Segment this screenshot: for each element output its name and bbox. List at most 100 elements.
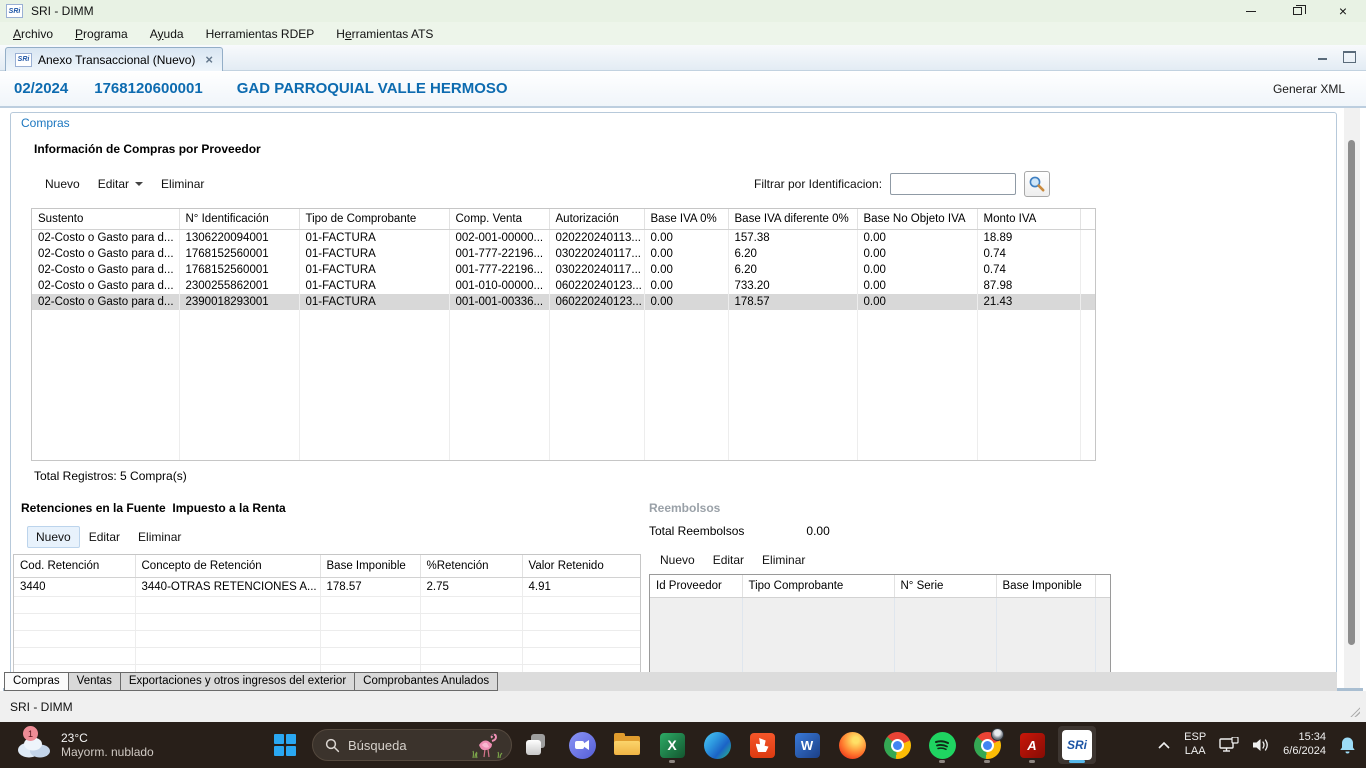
retenciones-nuevo-button[interactable]: Nuevo (27, 526, 80, 548)
word-button[interactable]: W (788, 726, 826, 764)
clock[interactable]: 15:34 6/6/2024 (1283, 731, 1326, 759)
table-row[interactable]: 02-Costo o Gasto para d...23002558620010… (32, 278, 1095, 294)
table-cell: 4.91 (522, 578, 640, 597)
compras-eliminar-button[interactable]: Eliminar (152, 173, 213, 195)
bottom-tab-comprobantes-anulados[interactable]: Comprobantes Anulados (355, 672, 498, 691)
retenciones-eliminar-label: Eliminar (138, 530, 181, 544)
column-header[interactable]: Base No Objeto IVA (857, 209, 977, 230)
reembolsos-editar-button[interactable]: Editar (704, 549, 753, 571)
filter-search-button[interactable] (1024, 171, 1050, 197)
column-header[interactable]: Sustento (32, 209, 179, 230)
nitro-pdf-icon (750, 733, 775, 758)
maximize-view-icon[interactable] (1342, 50, 1356, 62)
tray-chevron-up-icon[interactable] (1157, 740, 1171, 751)
table-row[interactable]: 02-Costo o Gasto para d...17681525600010… (32, 246, 1095, 262)
retenciones-editar-button[interactable]: Editar (80, 526, 129, 548)
tab-label: Anexo Transaccional (Nuevo) (38, 53, 195, 67)
search-input[interactable] (348, 738, 458, 753)
excel-button[interactable]: X (653, 726, 691, 764)
acrobat-button[interactable]: A (1013, 726, 1051, 764)
column-header[interactable]: N° Identificación (179, 209, 299, 230)
table-cell: 0.00 (644, 262, 728, 278)
filter-input[interactable] (890, 173, 1016, 195)
file-explorer-button[interactable] (608, 726, 646, 764)
close-tab-icon[interactable]: × (205, 52, 213, 67)
bottom-tab-ventas[interactable]: Ventas (69, 672, 121, 691)
menu-item-herramientas-ats[interactable]: Herramientas ATS (325, 24, 444, 44)
column-header[interactable]: Cod. Retención (14, 555, 135, 578)
firefox-button[interactable] (833, 726, 871, 764)
table-row[interactable] (14, 648, 640, 665)
retenciones-eliminar-button[interactable]: Eliminar (129, 526, 190, 548)
bottom-tab-compras[interactable]: Compras (4, 672, 69, 691)
minimize-view-icon[interactable] (1316, 50, 1330, 62)
menu-item-archivo[interactable]: Archivo (2, 24, 64, 44)
period-value: 02/2024 (14, 80, 68, 97)
table-row[interactable]: 02-Costo o Gasto para d...13062200940010… (32, 230, 1095, 247)
view-tabstrip: SRi Anexo Transaccional (Nuevo) × (0, 45, 1366, 71)
column-header[interactable]: Autorización (549, 209, 644, 230)
notification-bell-icon[interactable] (1339, 736, 1356, 754)
column-header[interactable]: Valor Retenido (522, 555, 640, 578)
menu-item-programa[interactable]: Programa (64, 24, 139, 44)
taskbar-search-box[interactable] (312, 729, 512, 761)
column-header[interactable]: Tipo Comprobante (742, 575, 894, 598)
sri-dimm-button[interactable]: SRi (1058, 726, 1096, 764)
resize-grip[interactable] (1350, 707, 1360, 717)
table-row[interactable] (650, 598, 1110, 673)
column-header[interactable]: N° Serie (894, 575, 996, 598)
table-row[interactable] (14, 631, 640, 648)
table-cell (857, 310, 977, 460)
generar-xml-button[interactable]: Generar XML (1273, 82, 1345, 96)
chat-button[interactable] (563, 726, 601, 764)
column-header[interactable]: Comp. Venta (449, 209, 549, 230)
column-header[interactable]: Base Imponible (996, 575, 1095, 598)
table-row[interactable] (32, 310, 1095, 460)
column-header[interactable]: Base Imponible (320, 555, 420, 578)
task-view-button[interactable] (518, 726, 556, 764)
spotify-button[interactable] (923, 726, 961, 764)
chrome-button[interactable] (878, 726, 916, 764)
reembolsos-nuevo-button[interactable]: Nuevo (651, 549, 704, 571)
column-header[interactable]: Tipo de Comprobante (299, 209, 449, 230)
chrome-profile-button[interactable] (968, 726, 1006, 764)
menu-item-ayuda[interactable]: Ayuda (139, 24, 195, 44)
column-header[interactable]: Base IVA 0% (644, 209, 728, 230)
menu-item-herramientas-rdep[interactable]: Herramientas RDEP (195, 24, 326, 44)
start-button[interactable] (274, 734, 296, 756)
reembolsos-eliminar-button[interactable]: Eliminar (753, 549, 814, 571)
column-header[interactable]: Base IVA diferente 0% (728, 209, 857, 230)
network-icon[interactable] (1219, 737, 1239, 753)
table-row[interactable]: 02-Costo o Gasto para d...17681525600010… (32, 262, 1095, 278)
bottom-tab-strip: ComprasVentasExportaciones y otros ingre… (4, 672, 1337, 691)
column-header[interactable]: %Retención (420, 555, 522, 578)
edge-button[interactable] (698, 726, 736, 764)
column-header[interactable]: Concepto de Retención (135, 555, 320, 578)
scrollbar-thumb[interactable] (1348, 140, 1355, 645)
table-cell (977, 310, 1080, 460)
column-header[interactable]: Monto IVA (977, 209, 1080, 230)
group-label-compras: Compras (21, 116, 70, 130)
close-window-button[interactable]: × (1320, 0, 1366, 22)
weather-widget[interactable]: 1 23°C Mayorm. nublado (14, 726, 154, 764)
volume-icon[interactable] (1252, 737, 1270, 753)
nitro-pdf-button[interactable] (743, 726, 781, 764)
table-row[interactable]: 02-Costo o Gasto para d...23900182930010… (32, 294, 1095, 310)
table-row[interactable]: 34403440-OTRAS RETENCIONES A...178.572.7… (14, 578, 640, 597)
language-indicator[interactable]: ESP LAA (1184, 731, 1206, 759)
retenciones-toolbar: Nuevo Editar Eliminar (27, 526, 190, 548)
table-cell (320, 665, 420, 673)
minimize-window-button[interactable] (1228, 0, 1274, 22)
table-row[interactable] (14, 665, 640, 673)
compras-nuevo-button[interactable]: Nuevo (36, 173, 89, 195)
column-header[interactable]: Id Proveedor (650, 575, 742, 598)
editar-dropdown-arrow-icon[interactable] (135, 182, 143, 186)
compras-editar-button[interactable]: Editar (89, 173, 152, 195)
tab-anexo-transaccional[interactable]: SRi Anexo Transaccional (Nuevo) × (5, 47, 223, 71)
table-cell: 0.00 (644, 246, 728, 262)
table-row[interactable] (14, 597, 640, 614)
main-vertical-scrollbar[interactable] (1344, 108, 1360, 688)
restore-window-button[interactable] (1274, 0, 1320, 22)
table-row[interactable] (14, 614, 640, 631)
bottom-tab-exportaciones-y-otros-ingresos-del-exterior[interactable]: Exportaciones y otros ingresos del exter… (121, 672, 355, 691)
